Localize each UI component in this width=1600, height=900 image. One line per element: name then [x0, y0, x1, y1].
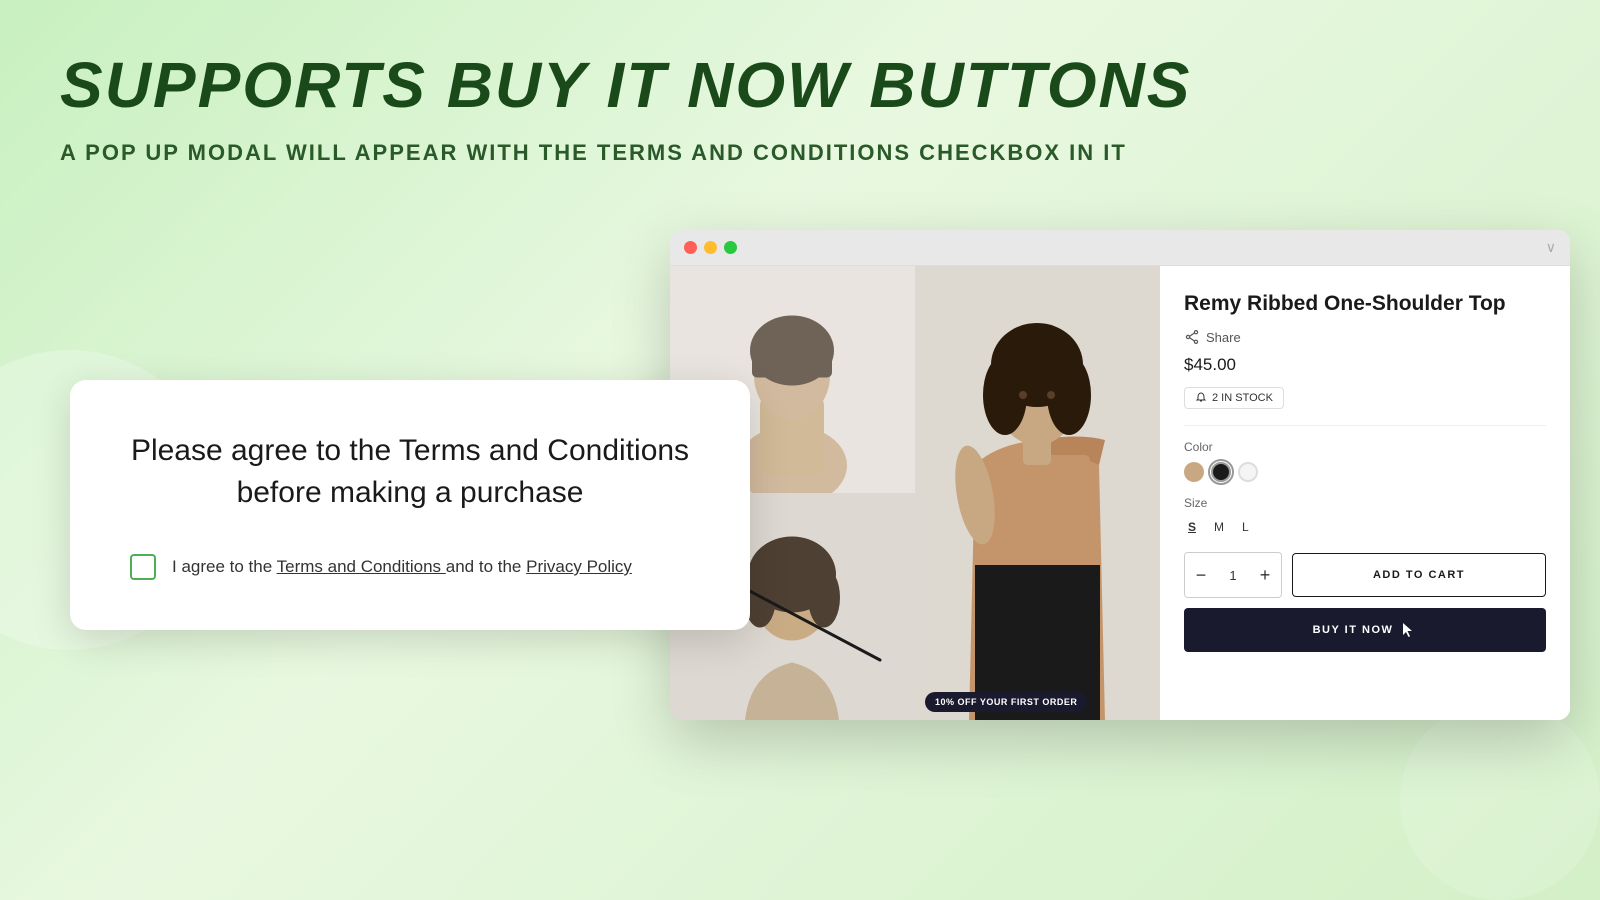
cursor-icon [1399, 621, 1417, 639]
size-m[interactable]: M [1210, 518, 1228, 536]
share-row: Share [1184, 329, 1546, 345]
share-icon [1184, 329, 1200, 345]
discount-badge: 10% OFF YOUR FIRST ORDER [925, 692, 1087, 712]
size-l[interactable]: L [1238, 518, 1253, 536]
page-headline: SUPPORTS BUY IT NOW BUTTONS [60, 50, 1540, 120]
buy-now-button[interactable]: BUY IT NOW [1184, 608, 1546, 652]
quantity-decrease[interactable]: − [1185, 553, 1217, 597]
product-image-main: 10% OFF YOUR FIRST ORDER [915, 266, 1160, 720]
stock-text: 2 IN STOCK [1212, 392, 1273, 404]
size-s[interactable]: S [1184, 518, 1200, 536]
size-options: S M L [1184, 518, 1546, 536]
modal-title: Please agree to the Terms and Conditions… [130, 430, 690, 514]
bell-icon [1195, 392, 1207, 404]
swatch-black[interactable] [1211, 462, 1231, 482]
qty-cart-row: − 1 + ADD TO CART [1184, 552, 1546, 598]
terms-link[interactable]: Terms and Conditions [277, 557, 446, 576]
divider-1 [1184, 425, 1546, 426]
browser-dots [684, 241, 737, 254]
dot-red[interactable] [684, 241, 697, 254]
checkbox-label: I agree to the Terms and Conditions and … [172, 557, 632, 577]
modal-popup: Please agree to the Terms and Conditions… [70, 380, 750, 630]
quantity-value: 1 [1217, 568, 1249, 583]
color-label: Color [1184, 440, 1546, 454]
product-price: $45.00 [1184, 355, 1546, 375]
product-title: Remy Ribbed One-Shoulder Top [1184, 290, 1546, 317]
color-swatches [1184, 462, 1546, 482]
product-details: Remy Ribbed One-Shoulder Top Share $45.0… [1160, 266, 1570, 720]
privacy-link[interactable]: Privacy Policy [526, 557, 632, 576]
browser-chevron: ∨ [1546, 239, 1556, 256]
terms-checkbox[interactable] [130, 554, 156, 580]
swatch-tan[interactable] [1184, 462, 1204, 482]
quantity-increase[interactable]: + [1249, 553, 1281, 597]
share-label: Share [1206, 330, 1241, 345]
dot-green[interactable] [724, 241, 737, 254]
swatch-white[interactable] [1238, 462, 1258, 482]
bg-blob-right [1400, 700, 1600, 900]
quantity-control: − 1 + [1184, 552, 1282, 598]
main-content: SUPPORTS BUY IT NOW BUTTONS A POP UP MOD… [0, 0, 1600, 236]
dot-yellow[interactable] [704, 241, 717, 254]
add-to-cart-button[interactable]: ADD TO CART [1292, 553, 1546, 597]
page-subheadline: A POP UP MODAL WILL APPEAR WITH THE TERM… [60, 140, 1540, 166]
stock-badge: 2 IN STOCK [1184, 387, 1284, 409]
size-label: Size [1184, 496, 1546, 510]
modal-checkbox-row: I agree to the Terms and Conditions and … [130, 554, 690, 580]
